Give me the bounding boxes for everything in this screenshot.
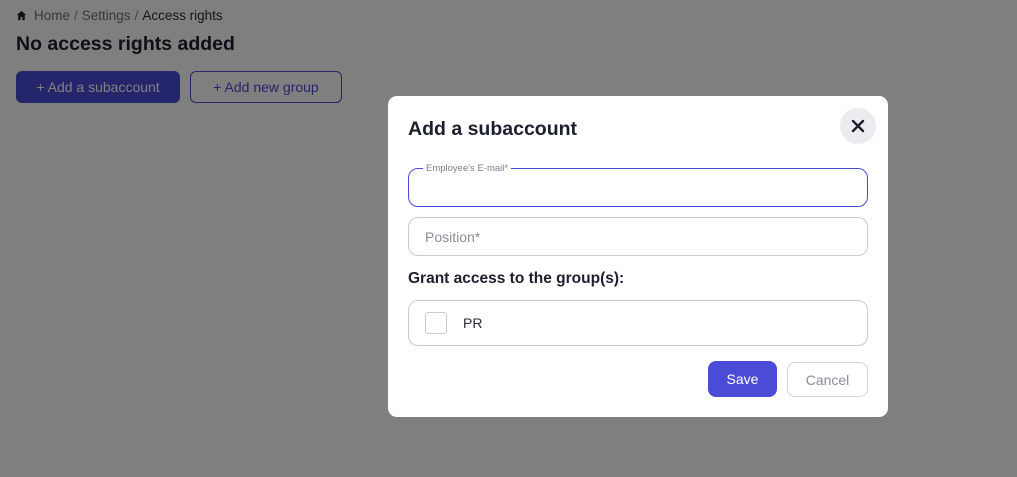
position-input[interactable] [409,218,867,255]
groups-heading: Grant access to the group(s): [408,270,625,287]
close-button[interactable] [840,108,876,144]
dialog-title: Add a subaccount [408,118,578,140]
email-input[interactable] [409,169,867,206]
group-list: PR [408,300,868,346]
group-checkbox-pr[interactable] [425,312,447,334]
save-button[interactable]: Save [708,361,777,397]
close-icon [851,119,865,133]
add-subaccount-dialog: Add a subaccount Employee's E-mail* Gran… [388,96,888,417]
group-label-pr: PR [463,315,483,331]
cancel-button[interactable]: Cancel [787,362,868,397]
position-field [408,217,868,256]
email-field: Employee's E-mail* [408,163,868,207]
